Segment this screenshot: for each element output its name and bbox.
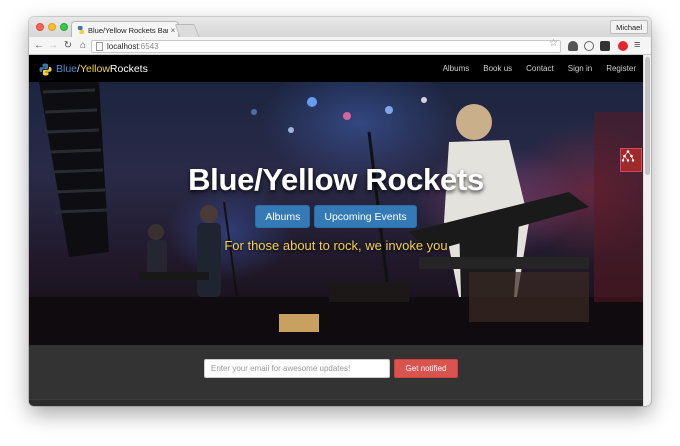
opera-icon[interactable]: [618, 41, 628, 51]
window-close-icon[interactable]: [36, 23, 44, 31]
screenshot-stage: Blue/Yellow Rockets Band × Michael ← → ↻…: [0, 0, 680, 446]
brand-word-rockets: Rockets: [109, 63, 148, 75]
bookmark-star-icon[interactable]: ☆: [549, 38, 558, 49]
scrollbar-thumb[interactable]: [645, 57, 650, 175]
musician-head: [456, 104, 492, 140]
nav-link-sign-in[interactable]: Sign in: [561, 64, 599, 73]
nav-link-book-us[interactable]: Book us: [476, 64, 519, 73]
window-minimize-icon[interactable]: [48, 23, 56, 31]
hero-title: Blue/Yellow Rockets: [188, 162, 484, 197]
hero-section: Blue/Yellow Rockets Albums Upcoming Even…: [29, 82, 643, 345]
nav-link-albums[interactable]: Albums: [436, 64, 477, 73]
back-arrow-icon[interactable]: ←: [33, 39, 45, 53]
browser-titlebar: Blue/Yellow Rockets Band × Michael: [29, 17, 651, 38]
site-brand[interactable]: Blue / Yellow Rockets: [39, 61, 148, 77]
equipment-table: [469, 272, 589, 322]
stage-light: [288, 127, 294, 133]
extension-icon[interactable]: [568, 41, 578, 51]
browser-window: Blue/Yellow Rockets Band × Michael ← → ↻…: [29, 17, 651, 406]
browser-tab[interactable]: Blue/Yellow Rockets Band ×: [71, 21, 179, 38]
hero-upcoming-events-button[interactable]: Upcoming Events: [314, 205, 417, 228]
hero-button-group: Albums Upcoming Events: [29, 205, 643, 228]
url-port: :6543: [138, 42, 159, 51]
amp: [329, 282, 409, 302]
musician-body: [197, 223, 221, 297]
amp-box: [279, 314, 319, 332]
stage-light: [421, 97, 427, 103]
stage-light: [343, 112, 351, 120]
extension-icon[interactable]: [600, 41, 610, 51]
stage-light: [251, 109, 257, 115]
hero-albums-button[interactable]: Albums: [255, 205, 311, 228]
python-logo-icon: [39, 62, 52, 76]
python-favicon-icon: [77, 26, 85, 34]
profile-button[interactable]: Michael: [610, 20, 648, 34]
info-icon[interactable]: [584, 41, 594, 51]
forward-arrow-icon[interactable]: →: [47, 39, 59, 53]
address-bar[interactable]: localhost:6543: [91, 40, 561, 53]
reload-icon[interactable]: ↻: [62, 39, 74, 53]
nav-link-register[interactable]: Register: [599, 64, 643, 73]
stage-light: [385, 106, 393, 114]
page-icon: [96, 42, 103, 51]
nav-links: Albums Book us Contact Sign in Register: [436, 55, 643, 82]
nav-link-contact[interactable]: Contact: [519, 64, 561, 73]
hero-tagline: For those about to rock, we invoke you: [224, 238, 448, 253]
brand-word-blue: Blue: [56, 63, 78, 75]
brand-word-yellow: Yellow: [79, 63, 110, 75]
site-navbar: Blue / Yellow Rockets Albums Book us Con…: [29, 55, 643, 82]
window-maximize-icon[interactable]: [60, 23, 68, 31]
page-scrollbar[interactable]: [643, 55, 651, 406]
hamburger-menu-icon[interactable]: ≡: [634, 39, 640, 51]
keyboard: [139, 272, 209, 280]
synth-rack: [419, 257, 589, 269]
home-icon[interactable]: ⌂: [77, 39, 89, 53]
stage-light: [307, 97, 317, 107]
debug-toolbar-badge[interactable]: [620, 148, 642, 172]
tab-title: Blue/Yellow Rockets Band: [88, 25, 168, 35]
url-host: localhost: [107, 42, 139, 51]
browser-toolbar: ← → ↻ ⌂ localhost:6543 ☆ ≡: [29, 37, 651, 55]
page-viewport: Blue / Yellow Rockets Albums Book us Con…: [29, 55, 651, 406]
pyramid-debug-icon: [621, 150, 635, 162]
signup-section: Get notified: [29, 345, 643, 406]
new-tab-button[interactable]: [174, 24, 200, 37]
email-signup-input[interactable]: [204, 359, 390, 378]
get-notified-button[interactable]: Get notified: [394, 359, 458, 378]
footer-strip: [29, 399, 643, 406]
